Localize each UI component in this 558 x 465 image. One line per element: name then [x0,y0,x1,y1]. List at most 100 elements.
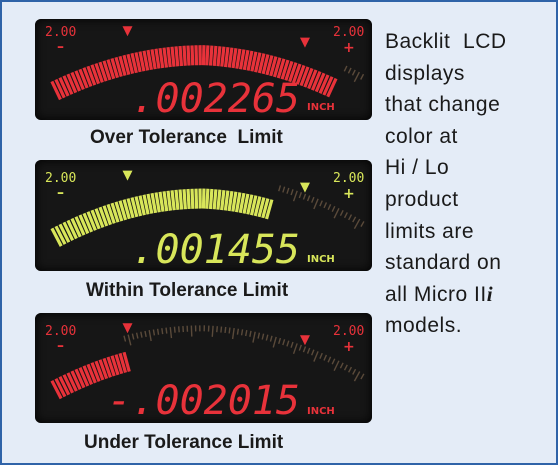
gauge-tick [228,327,231,334]
gauge-bar-segment [158,191,165,212]
scale-right-label: 2.00 [333,324,364,339]
gauge-tick [161,328,164,335]
gauge-tick [352,216,357,223]
scale-plus-sign: + [343,186,355,202]
feature-description: Backlit LCD displays that change color a… [385,26,550,342]
gauge-tick [343,212,348,219]
gauge-bar-segment [223,46,230,68]
gauge-tick [265,334,269,341]
lcd-unit: INCH [307,254,335,265]
gauge-tick [323,202,328,209]
description-line: models. [385,314,463,338]
gauge-tick [278,185,282,192]
gauge-tick [216,326,218,333]
gauge-tick [249,330,252,337]
lcd-gauge-over: 2.00 – 2.00 + .002265 INCH [45,25,365,120]
scale-minus-sign: – [57,185,64,201]
gauge-bar-segment [220,189,226,211]
gauge-bar-segment [162,191,169,212]
gauge-tick [169,327,173,339]
model-name: all Micro II [385,282,487,306]
gauge-bar-segment [182,45,187,66]
gauge-tick [131,333,135,340]
gauge-bar-segment [212,45,218,66]
lcd-gauge-within: 2.00 – 2.00 + .001455 INCH [45,170,365,271]
caption-over-tolerance: Over Tolerance Limit [90,127,283,148]
gauge-tick [152,329,156,336]
gauge-tick [245,330,248,337]
gauge-tick [292,190,298,202]
gauge-bar-segment [190,188,195,209]
model-suffix: i [486,281,494,306]
gauge-bar-segment [174,189,180,210]
lcd-display-within: 2.00 – 2.00 + .001455 INCH [35,160,372,271]
gauge-tick [360,73,365,80]
gauge-tick [278,337,282,345]
gauge-tick [282,339,286,346]
tolerance-marker-icon [122,323,133,334]
lcd-unit: INCH [307,102,335,113]
gauge-tick [313,351,319,362]
scale-right-label: 2.00 [333,171,364,186]
tolerance-marker-icon [122,170,133,181]
gauge-tick [331,205,336,212]
scale-left-label: 2.00 [45,171,76,186]
tolerance-marker-icon [299,182,310,193]
gauge-tick [327,356,332,363]
gauge-tick [348,214,353,221]
tolerance-marker-icon [299,37,310,48]
gauge-bar-segment [216,46,222,67]
gauge-bar-segment [194,188,199,209]
gauge-tick [351,69,356,76]
gauge-tick [353,371,361,382]
gauge-tick [269,335,273,342]
gauge-bar-segment [216,189,222,210]
gauge-tick [348,366,353,373]
lcd-unit: INCH [307,406,335,417]
gauge-tick [236,328,240,335]
gauge-bar-segment [158,47,165,69]
gauge-bar-segment [220,46,226,67]
gauge-bar-segment [178,189,184,210]
gauge-tick [319,352,323,359]
gauge-tick [231,327,235,340]
gauge-tick [135,332,139,339]
gauge-bar-segment [208,45,214,66]
gauge-tick [306,195,311,202]
gauge-tick [290,189,294,196]
gauge-tick [311,349,315,356]
gauge-bar-segment [235,48,242,69]
description-line: standard on [385,251,502,275]
gauge-tick [353,71,360,83]
gauge-tick [343,65,348,72]
gauge-bar-segment [150,49,157,70]
scale-minus-sign: – [57,39,64,55]
gauge-tick [220,326,223,333]
scale-plus-sign: + [343,339,355,355]
gauge-bar-segment [170,46,176,67]
gauge-tick [323,354,328,361]
gauge-tick [123,335,127,342]
gauge-bar-segment [178,45,184,67]
description-line: that change [385,93,501,117]
gauge-tick [298,344,303,351]
gauge-bar-segment [227,190,234,212]
scale-minus-sign: – [57,338,64,354]
gauge-tick [352,368,357,375]
gauge-tick [282,186,286,193]
gauge-tick [302,193,307,200]
gauge-tick [286,340,290,347]
gauge-tick [360,373,365,380]
gauge-bar-segment [205,45,210,66]
lcd-reading: .002265 [131,76,300,120]
info-panel: 2.00 – 2.00 + .002265 INCH Over Toleranc… [0,0,558,465]
description-line: Backlit LCD [385,30,507,53]
lcd-display-under: 2.00 – 2.00 + -.002015 INCH [35,313,372,423]
gauge-tick [165,327,168,334]
gauge-bar-segment [231,47,238,69]
gauge-bar-segment [212,189,218,210]
scale-left-label: 2.00 [45,25,76,40]
scale-right-label: 2.00 [333,25,364,40]
gauge-tick [148,330,152,342]
scale-plus-sign: + [343,40,355,56]
